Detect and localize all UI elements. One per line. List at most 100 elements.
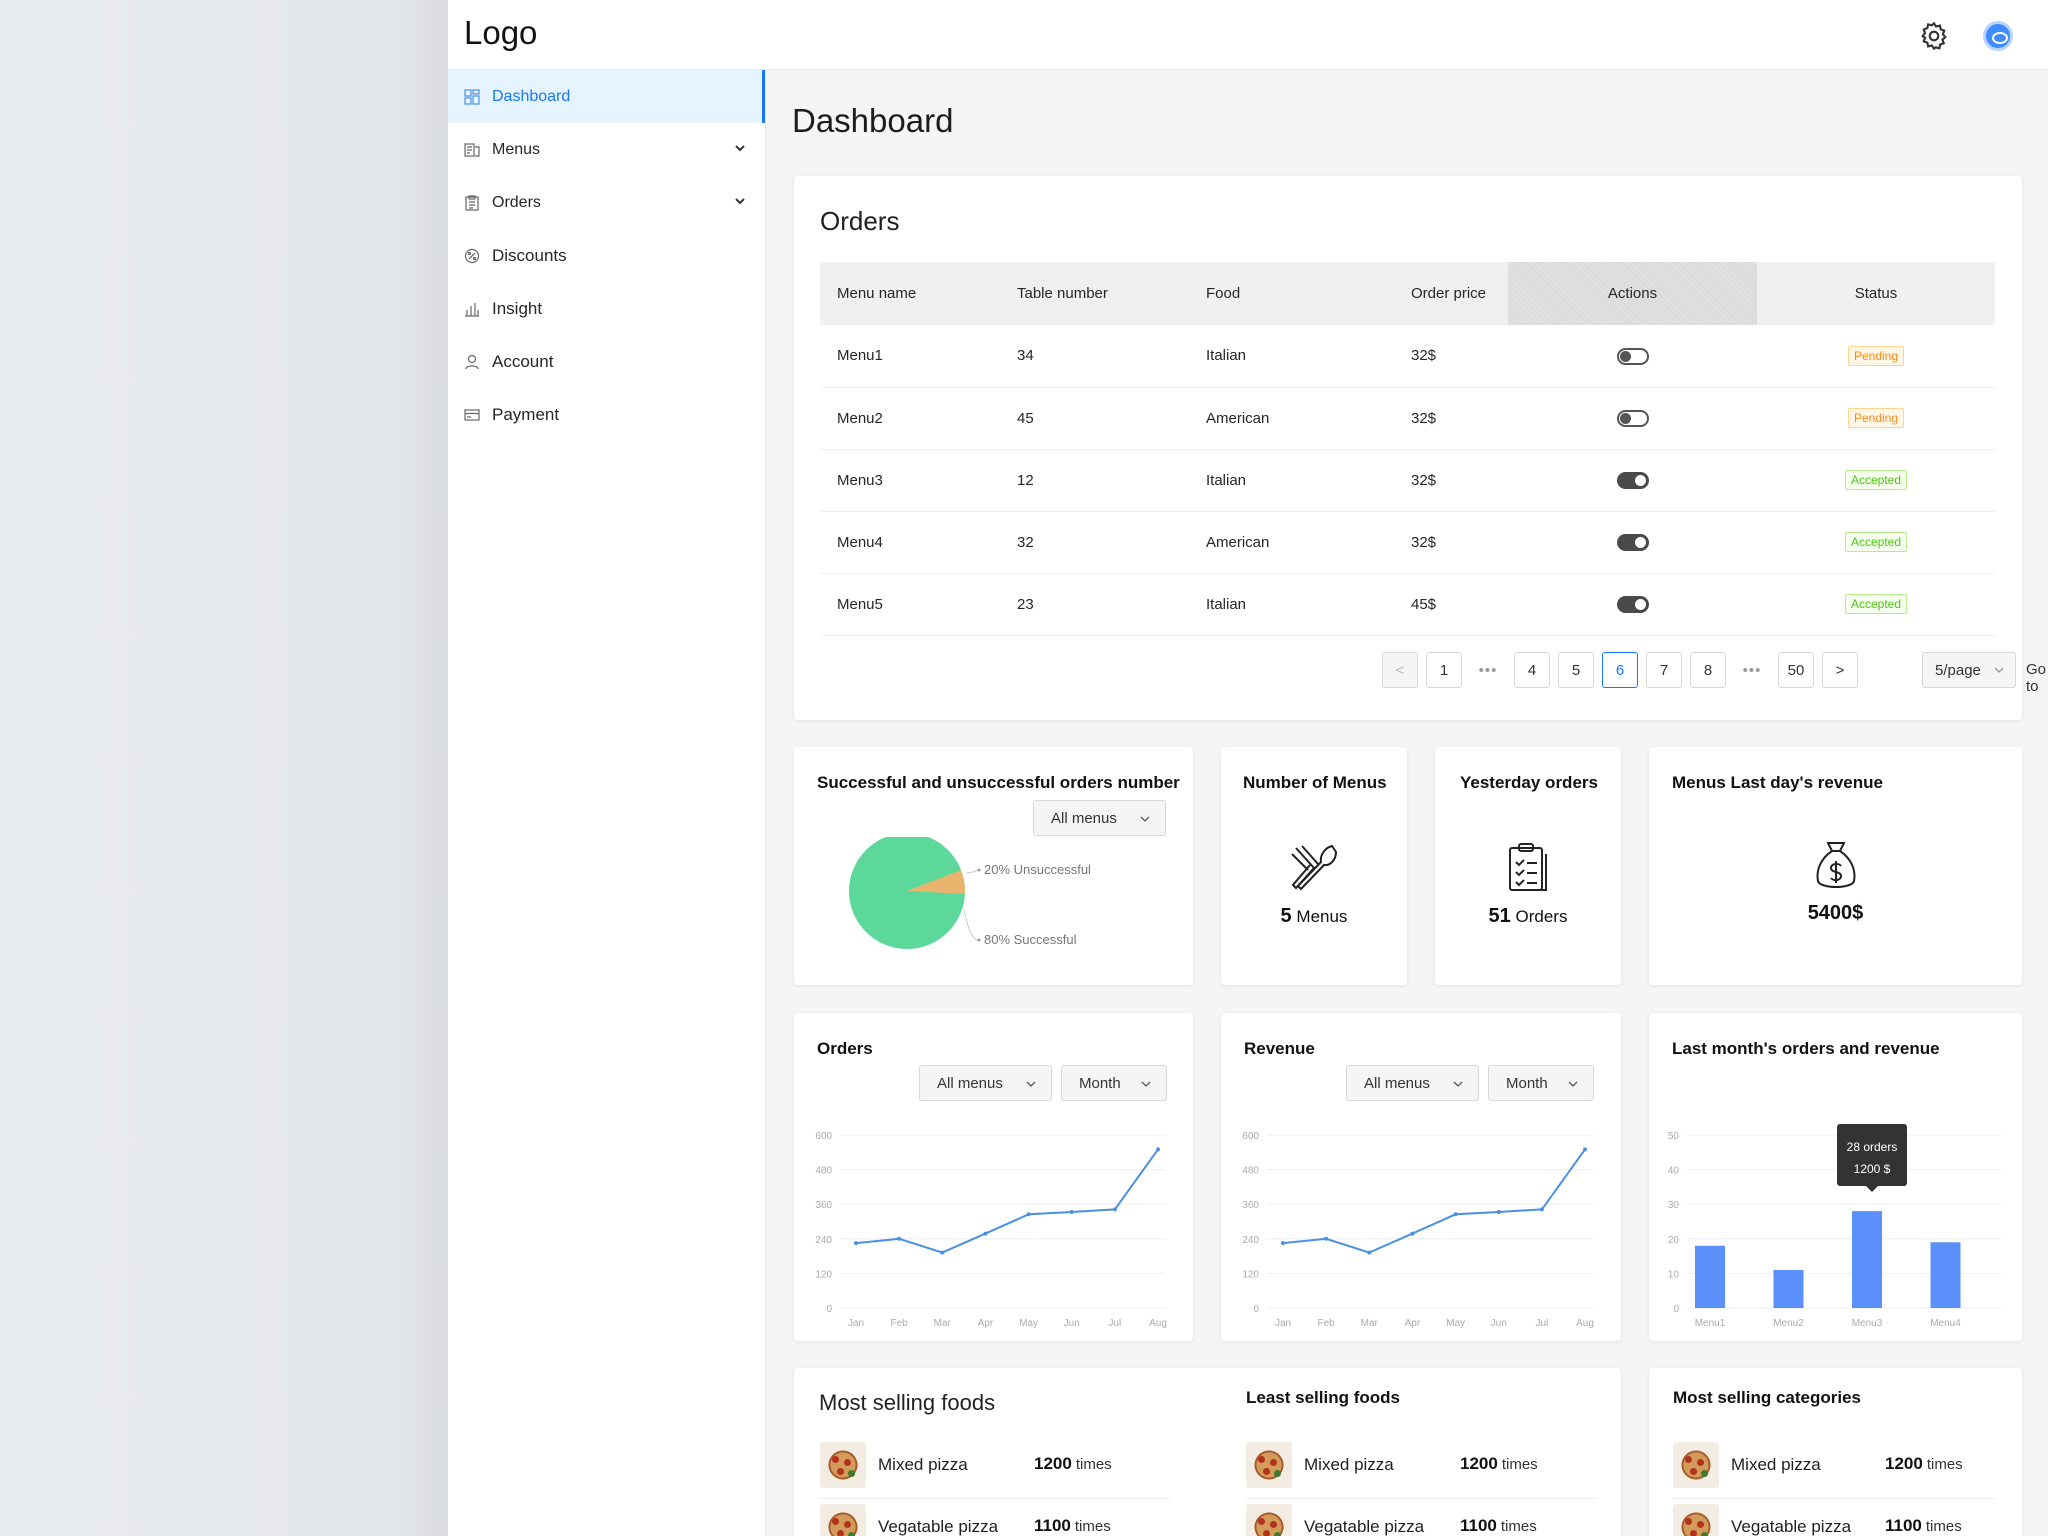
orders-table-card: Orders Menu name Table number Food Order… — [794, 176, 2046, 720]
column-header[interactable]: Food — [1189, 262, 1394, 325]
accept-toggle[interactable] — [1616, 595, 1649, 613]
table-row[interactable]: Menu1 34 Italian 32$ Pending — [820, 325, 1995, 388]
x-tick-label: Menu2 — [1773, 1318, 1804, 1329]
data-point[interactable] — [1367, 1250, 1372, 1255]
sidebar-item-payment[interactable]: Payment — [448, 388, 765, 441]
page-button[interactable]: 8 — [1690, 652, 1726, 688]
status-cell: Accepted — [1757, 449, 1995, 512]
y-tick-label: 360 — [1242, 1200, 1259, 1211]
page-ellipsis[interactable]: ••• — [1470, 652, 1506, 688]
data-point[interactable] — [1496, 1209, 1501, 1214]
food-name: Vegatable pizza — [878, 1517, 999, 1536]
y-tick-label: 600 — [815, 1131, 832, 1142]
food-cell: American — [1189, 387, 1394, 450]
page-button[interactable]: 50 — [1778, 652, 1814, 688]
status-cell: Pending — [1757, 325, 1995, 388]
order-price-cell: 32$ — [1394, 325, 1508, 388]
list-item[interactable]: Mixed pizza 1200 times — [1673, 1436, 1995, 1494]
menu-name-cell: Menu5 — [820, 573, 1000, 636]
y-tick-label: 240 — [815, 1235, 832, 1246]
user-avatar[interactable] — [1983, 21, 2013, 51]
status-badge: Pending — [1847, 345, 1905, 366]
data-point[interactable] — [1453, 1212, 1458, 1217]
bar[interactable] — [1695, 1245, 1725, 1308]
data-point[interactable] — [897, 1236, 902, 1241]
column-header[interactable]: Actions — [1508, 262, 1757, 325]
data-point[interactable] — [854, 1241, 858, 1246]
data-point[interactable] — [1026, 1212, 1031, 1217]
data-point[interactable] — [1324, 1236, 1329, 1241]
orders-pie-card: Successful and unsuccessful orders numbe… — [794, 747, 1193, 985]
accept-toggle[interactable] — [1616, 533, 1649, 551]
last-month-chart-card: Last month's orders and revenue 0 10 20 30 4… — [1649, 1013, 2022, 1341]
list-item[interactable]: Mixed pizza 1200 times — [1246, 1436, 1596, 1494]
chevron-down-icon[interactable] — [733, 194, 747, 208]
list-item[interactable]: Vegatable pizza 1100 times — [1246, 1498, 1596, 1536]
page-button[interactable]: 7 — [1646, 652, 1682, 688]
bar[interactable] — [1773, 1269, 1804, 1308]
sidebar-item-account[interactable]: Account — [448, 335, 765, 388]
list-item[interactable]: Vegatable pizza 1100 times — [820, 1498, 1170, 1536]
page-button[interactable]: 5 — [1558, 652, 1594, 688]
page-ellipsis[interactable]: ••• — [1734, 652, 1770, 688]
chevron-down-icon[interactable] — [733, 141, 747, 155]
menu-filter-select[interactable]: All menus — [919, 1065, 1052, 1101]
data-point[interactable] — [1410, 1231, 1415, 1236]
accept-toggle[interactable] — [1616, 347, 1649, 365]
column-header[interactable]: Order price — [1394, 262, 1508, 325]
card-title: Successful and unsuccessful orders numbe… — [817, 773, 1180, 792]
data-point[interactable] — [1069, 1209, 1074, 1214]
table-row[interactable]: Menu4 32 American 32$ Accepted — [820, 511, 1995, 574]
page-button-current[interactable]: 6 — [1602, 652, 1638, 688]
period-filter-select[interactable]: Month — [1488, 1065, 1594, 1101]
list-item[interactable]: Vegatable pizza 1100 times — [1673, 1498, 1995, 1536]
data-point[interactable] — [1583, 1147, 1587, 1152]
data-point[interactable] — [1539, 1207, 1544, 1212]
orders-bar-chart: 0 10 20 30 40 50 Menu1 Menu2 Menu3 Menu4 — [1668, 1131, 2001, 1329]
accept-toggle[interactable] — [1616, 471, 1649, 489]
menu-filter-select[interactable]: All menus — [1346, 1065, 1479, 1101]
page-title: Dashboard — [792, 102, 954, 139]
data-point[interactable] — [983, 1231, 988, 1236]
sidebar-item-discounts[interactable]: Discounts — [448, 229, 765, 282]
status-cell: Accepted — [1757, 573, 1995, 636]
next-page-button[interactable]: > — [1822, 652, 1858, 688]
column-header[interactable]: Status — [1757, 262, 1995, 325]
page-button[interactable]: 1 — [1426, 652, 1462, 688]
menu-filter-select[interactable]: All menus — [1033, 800, 1166, 836]
data-point[interactable] — [940, 1250, 945, 1255]
data-point[interactable] — [1112, 1207, 1117, 1212]
gear-icon[interactable] — [1918, 20, 1950, 52]
table-row[interactable]: Menu2 45 American 32$ Pending — [820, 387, 1995, 450]
x-tick-label: Jun — [1064, 1318, 1080, 1329]
table-row[interactable]: Menu3 12 Italian 32$ Accepted — [820, 449, 1995, 512]
list-item[interactable]: Mixed pizza 1200 times — [820, 1436, 1170, 1494]
sidebar-item-dashboard[interactable]: Dashboard — [448, 70, 765, 123]
sidebar-item-insight[interactable]: Insight — [448, 282, 765, 335]
sidebar-item-orders[interactable]: Orders — [448, 176, 765, 229]
bar[interactable] — [1852, 1211, 1882, 1308]
orders-chart-card: Orders All menus Month 0 120 240 360 480 600 J… — [794, 1013, 1193, 1341]
food-count: 1200 times — [1034, 1454, 1112, 1473]
x-tick-label: Aug — [1149, 1318, 1167, 1329]
card-title: Last month's orders and revenue — [1672, 1039, 1940, 1058]
page-button[interactable]: 4 — [1514, 652, 1550, 688]
column-header[interactable]: Table number — [1000, 262, 1189, 325]
bar[interactable] — [1930, 1242, 1961, 1308]
data-point[interactable] — [1156, 1147, 1160, 1152]
sidebar-item-label: Payment — [492, 404, 560, 424]
table-row[interactable]: Menu5 23 Italian 45$ Accepted — [820, 573, 1995, 636]
column-header[interactable]: Menu name — [820, 262, 1000, 325]
sidebar-item-menus[interactable]: Menus — [448, 123, 765, 176]
card-title: Revenue — [1244, 1039, 1315, 1058]
period-filter-select[interactable]: Month — [1061, 1065, 1167, 1101]
actions-cell — [1508, 325, 1757, 388]
prev-page-button[interactable]: < — [1382, 652, 1418, 688]
data-point[interactable] — [1281, 1241, 1285, 1246]
logo[interactable]: Logo — [464, 14, 537, 52]
status-badge: Accepted — [1844, 532, 1908, 552]
food-name: Mixed pizza — [878, 1455, 968, 1474]
accept-toggle[interactable] — [1616, 409, 1649, 427]
page-size-select[interactable]: 5/page — [1922, 652, 2016, 688]
goto-label: Go to — [2026, 661, 2047, 695]
